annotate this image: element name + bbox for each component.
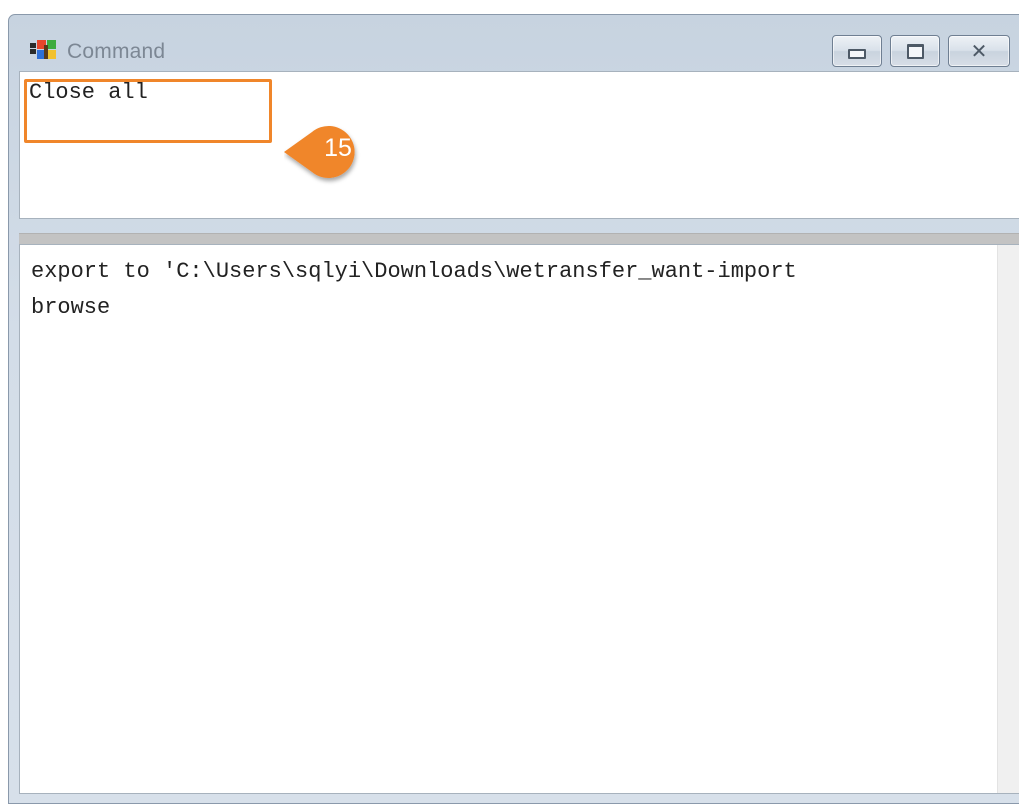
close-button[interactable]: ✕ <box>948 35 1010 67</box>
output-line: browse <box>31 295 111 320</box>
app-icon <box>30 40 56 59</box>
callout-number: 15 <box>324 134 352 162</box>
output-pane[interactable]: export to 'C:\Users\sqlyi\Downloads\wetr… <box>19 244 1019 794</box>
maximize-button[interactable] <box>890 35 940 67</box>
maximize-icon <box>906 43 924 59</box>
vertical-scrollbar[interactable] <box>997 245 1019 793</box>
close-icon: ✕ <box>970 39 988 63</box>
minimize-button[interactable] <box>832 35 882 67</box>
output-line: export to 'C:\Users\sqlyi\Downloads\wetr… <box>31 259 797 284</box>
minimize-icon <box>848 49 866 59</box>
highlight-box <box>24 79 272 143</box>
window-title: Command <box>67 40 166 63</box>
